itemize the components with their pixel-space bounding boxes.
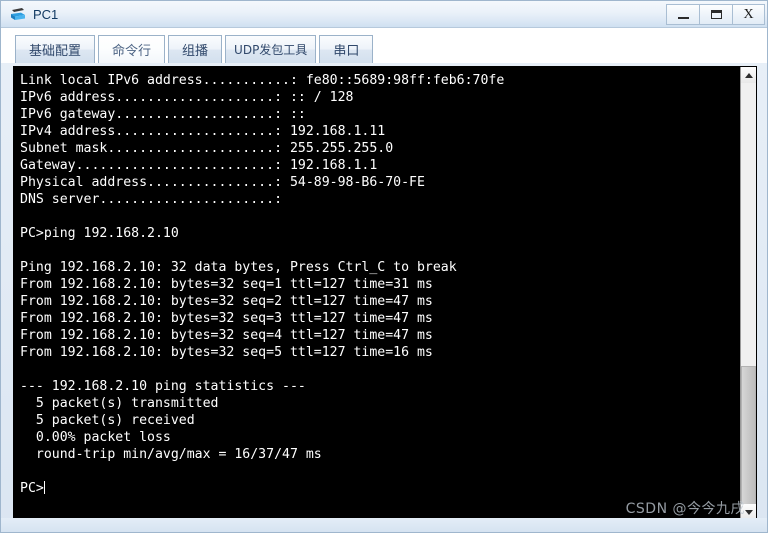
terminal-line: IPv4 address....................: 192.16…: [20, 124, 386, 139]
terminal-line: 5 packet(s) transmitted: [20, 396, 219, 411]
tab-multicast[interactable]: 组播: [168, 35, 223, 63]
title-bar: PC1 X: [1, 1, 767, 28]
terminal-line: Gateway.........................: 192.16…: [20, 158, 378, 173]
tab-serial-port[interactable]: 串口: [319, 35, 374, 63]
terminal-line: From 192.168.2.10: bytes=32 seq=4 ttl=12…: [20, 328, 433, 343]
terminal-line: IPv6 gateway....................: ::: [20, 107, 306, 122]
terminal-panel: Link local IPv6 address...........: fe80…: [13, 66, 757, 522]
tab-multicast-label: 组播: [182, 44, 209, 59]
tab-command-line-label: 命令行: [112, 44, 152, 59]
maximize-icon: [710, 10, 722, 19]
terminal-prompt-line[interactable]: PC>: [20, 480, 742, 497]
terminal-line: From 192.168.2.10: bytes=32 seq=1 ttl=12…: [20, 277, 433, 292]
tab-udp-tool-label: UDP发包工具: [234, 43, 308, 57]
terminal-line: Subnet mask.....................: 255.25…: [20, 141, 394, 156]
tab-basic-config[interactable]: 基础配置: [15, 35, 96, 63]
terminal-line: DNS server......................:: [20, 192, 283, 207]
tab-list: 基础配置 命令行 组播 UDP发包工具 串口: [15, 31, 376, 63]
terminal-caret: [43, 481, 45, 494]
close-button[interactable]: X: [732, 4, 765, 25]
window-bottom-strip: [1, 518, 767, 532]
maximize-button[interactable]: [699, 4, 732, 25]
terminal-line: 0.00% packet loss: [20, 430, 171, 445]
minimize-button[interactable]: [666, 4, 699, 25]
terminal-line: PC>ping 192.168.2.10: [20, 226, 179, 241]
terminal-line: From 192.168.2.10: bytes=32 seq=2 ttl=12…: [20, 294, 433, 309]
tab-udp-tool[interactable]: UDP发包工具: [225, 35, 317, 63]
minimize-icon: [677, 17, 689, 19]
tab-strip: 基础配置 命令行 组播 UDP发包工具 串口: [1, 28, 767, 63]
terminal-line: round-trip min/avg/max = 16/37/47 ms: [20, 447, 322, 462]
terminal-line: Link local IPv6 address...........: fe80…: [20, 73, 505, 88]
terminal-line: --- 192.168.2.10 ping statistics ---: [20, 379, 306, 394]
scroll-down-icon: [744, 509, 753, 515]
terminal-line: 5 packet(s) received: [20, 413, 195, 428]
title-bar-left: PC1: [9, 1, 58, 28]
terminal-line: From 192.168.2.10: bytes=32 seq=5 ttl=12…: [20, 345, 433, 360]
terminal-scrollbar[interactable]: [740, 67, 756, 522]
terminal-line: Ping 192.168.2.10: 32 data bytes, Press …: [20, 260, 457, 275]
tab-serial-port-label: 串口: [333, 44, 360, 59]
terminal-line: IPv6 address....................: :: / 1…: [20, 90, 354, 105]
terminal-line: Physical address................: 54-89-…: [20, 175, 425, 190]
terminal-output[interactable]: Link local IPv6 address...........: fe80…: [14, 67, 742, 520]
window-title: PC1: [33, 6, 59, 22]
window-controls: X: [666, 4, 765, 25]
scrollbar-thumb[interactable]: [741, 366, 756, 522]
scroll-up-button[interactable]: [741, 67, 756, 83]
tab-command-line[interactable]: 命令行: [98, 35, 166, 63]
tab-basic-config-label: 基础配置: [29, 44, 82, 59]
scroll-up-icon: [744, 72, 753, 78]
pc1-window: PC1 X 基础配置 命令行 组播 UDP发包工具 串口 Link local …: [0, 0, 768, 533]
scrollbar-track[interactable]: [741, 83, 756, 522]
close-icon: X: [743, 6, 754, 22]
terminal-line: From 192.168.2.10: bytes=32 seq=3 ttl=12…: [20, 311, 433, 326]
pc-device-icon: [9, 6, 27, 24]
terminal-prompt: PC>: [20, 481, 44, 496]
